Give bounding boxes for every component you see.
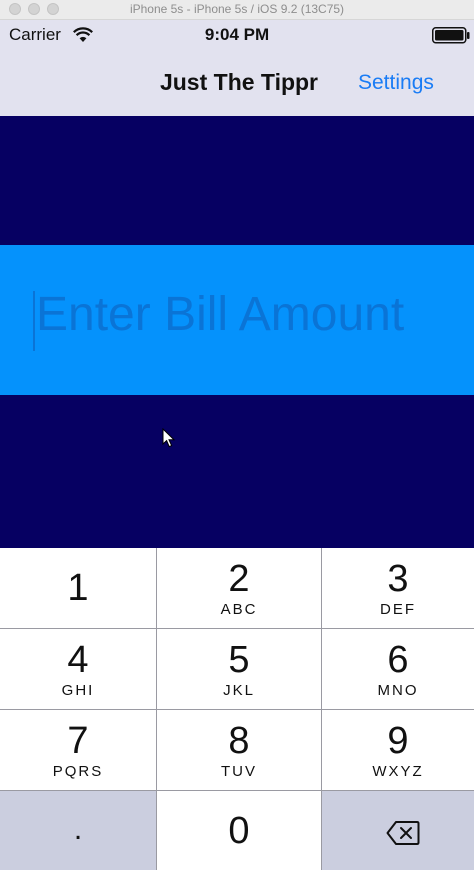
- key-digit: 4: [67, 639, 89, 681]
- top-background-band: [0, 116, 474, 245]
- key-letters: ABC: [220, 601, 258, 618]
- key-digit: 7: [67, 720, 89, 762]
- key-letters: WXYZ: [372, 763, 424, 780]
- key-letters: TUV: [221, 763, 257, 780]
- window-title: iPhone 5s - iPhone 5s / iOS 9.2 (13C75): [129, 2, 345, 16]
- backspace-icon: [386, 821, 420, 845]
- numeric-keypad: 1 2 ABC 3 DEF 4 GHI 5 JKL 6 MNO 7 PQRS 8…: [0, 548, 474, 870]
- key-digit: 6: [387, 639, 409, 681]
- key-digit: .: [73, 813, 83, 846]
- key-digit: 2: [228, 558, 250, 600]
- mouse-pointer-icon: [162, 428, 176, 448]
- key-digit: 1: [67, 567, 89, 609]
- key-letters: DEF: [380, 601, 416, 618]
- backspace-key[interactable]: [322, 791, 474, 870]
- key-decimal[interactable]: .: [0, 791, 156, 870]
- key-digit: 0: [228, 810, 250, 852]
- key-digit: 9: [387, 720, 409, 762]
- status-time: 9:04 PM: [204, 25, 270, 44]
- bottom-background-band: [0, 395, 474, 548]
- key-letters: PQRS: [52, 763, 104, 780]
- key-digit: 3: [387, 558, 409, 600]
- key-5[interactable]: 5 JKL: [157, 629, 321, 709]
- key-digit: 5: [228, 639, 250, 681]
- simulator-screen: iPhone 5s - iPhone 5s / iOS 9.2 (13C75) …: [0, 0, 474, 870]
- key-6[interactable]: 6 MNO: [322, 629, 474, 709]
- key-digit: 8: [228, 720, 250, 762]
- key-4[interactable]: 4 GHI: [0, 629, 156, 709]
- key-letters: GHI: [61, 682, 95, 699]
- key-0[interactable]: 0: [157, 791, 321, 870]
- text-cursor: [33, 291, 35, 351]
- key-1[interactable]: 1: [0, 548, 156, 628]
- key-9[interactable]: 9 WXYZ: [322, 710, 474, 790]
- key-7[interactable]: 7 PQRS: [0, 710, 156, 790]
- battery-icon: [432, 27, 470, 44]
- bill-amount-field[interactable]: Enter Bill Amount: [36, 287, 404, 342]
- key-letters: MNO: [377, 682, 419, 699]
- key-2[interactable]: 2 ABC: [157, 548, 321, 628]
- simulator-title-bar: iPhone 5s - iPhone 5s / iOS 9.2 (13C75): [0, 0, 474, 20]
- settings-button[interactable]: Settings: [358, 71, 434, 95]
- key-8[interactable]: 8 TUV: [157, 710, 321, 790]
- key-letters: JKL: [223, 682, 255, 699]
- key-3[interactable]: 3 DEF: [322, 548, 474, 628]
